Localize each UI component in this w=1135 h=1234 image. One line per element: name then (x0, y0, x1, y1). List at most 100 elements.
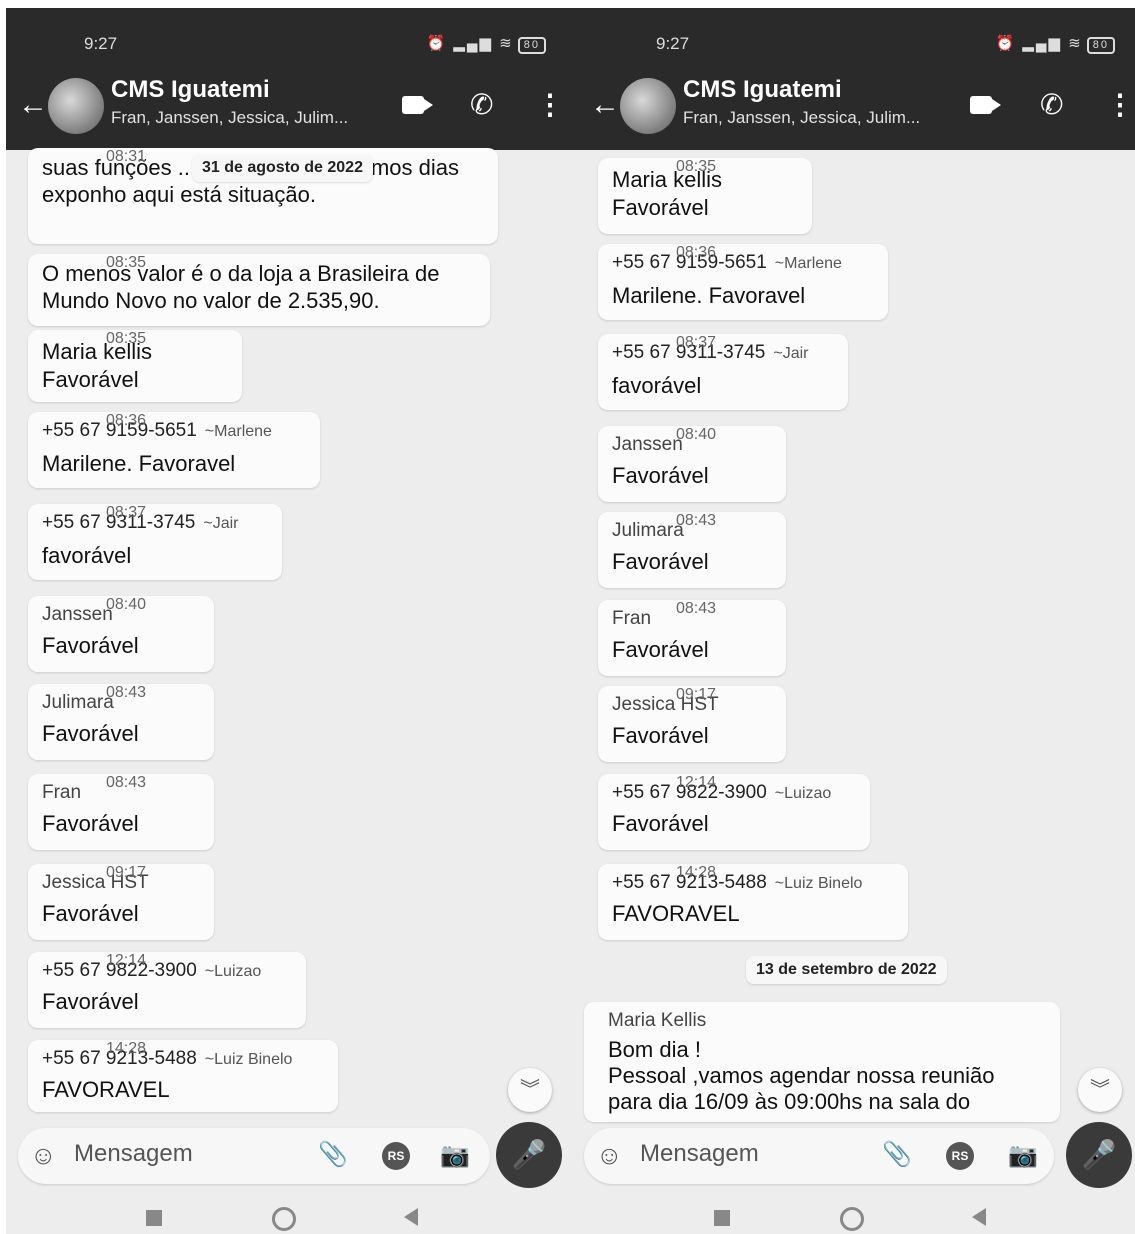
message-bubble[interactable]: +55 67 9159-5651 ~Marlene Marilene. Favor… (598, 244, 888, 320)
message-bubble[interactable]: Julimara Favorável 08:43 (598, 512, 786, 588)
message-bubble[interactable]: +55 67 9213-5488 ~Luiz Binelo FAVORAVEL 1… (598, 864, 908, 940)
battery-icon: 80 (1086, 37, 1115, 54)
message-bubble[interactable]: Jessica HST Favorável 09:17 (28, 864, 214, 940)
message-bubble[interactable]: Maria Kellis Bom dia ! Pessoal ,vamos ag… (584, 1002, 1060, 1122)
battery-icon: 80 (517, 37, 546, 54)
message-time: 14:28 (106, 1040, 147, 1057)
chat-participants[interactable]: Fran, Janssen, Jessica, Julim... (683, 108, 920, 128)
message-time: 12:14 (106, 952, 147, 969)
more-vert-icon[interactable]: ⋮ (536, 88, 564, 121)
status-time: 9:27 (84, 34, 118, 53)
attach-icon[interactable]: 📎 (882, 1140, 912, 1169)
camera-icon[interactable]: 📷 (440, 1141, 470, 1170)
back-arrow-icon[interactable]: ← (18, 88, 48, 122)
message-bubble[interactable]: +55 67 9159-5651 ~Marlene Marilene. Favor… (28, 412, 320, 488)
chat-title[interactable]: CMS Iguatemi (683, 76, 842, 104)
scroll-down-icon[interactable]: ︾ (1078, 1068, 1122, 1112)
phone-icon[interactable]: ✆ (470, 88, 493, 121)
message-sender: Fran (612, 608, 652, 629)
message-sender: Julimara (612, 520, 684, 541)
camera-icon[interactable]: 📷 (1008, 1141, 1038, 1170)
message-time: 08:43 (676, 600, 717, 617)
mic-button[interactable]: 🎤 (496, 1122, 562, 1188)
rs-icon[interactable]: RS (382, 1142, 410, 1170)
message-bubble[interactable]: +55 67 9822-3900 ~Luizao Favorável 12:14 (598, 774, 870, 850)
chat-header: 9:27 ⏰ ▂▄▆ ≋ 80 ← CMS Iguatemi Fran, Jans… (578, 8, 1135, 150)
message-time: 09:17 (106, 864, 147, 881)
message-text: Bom dia ! (608, 1037, 701, 1062)
message-input[interactable]: Mensagem (74, 1140, 193, 1168)
group-avatar[interactable] (48, 78, 104, 134)
message-time: 08:43 (106, 684, 147, 701)
message-bubble[interactable]: Fran Favorável 08:43 (598, 600, 786, 676)
back-arrow-icon[interactable]: ← (590, 88, 620, 122)
message-bubble[interactable]: +55 67 9311-3745 ~Jair favorável 08:37 (598, 334, 848, 410)
message-text: Pessoal ,vamos agendar nossa reunião (608, 1063, 995, 1088)
message-time: 08:37 (676, 334, 717, 351)
message-time: 08:43 (676, 512, 717, 529)
recent-apps-icon[interactable] (714, 1210, 730, 1226)
message-bubble[interactable]: Fran Favorável 08:43 (28, 774, 214, 850)
message-time: 08:37 (106, 504, 147, 521)
mic-icon: 🎤 (511, 1139, 547, 1170)
message-text: para dia 16/09 às 09:00hs na sala do (608, 1089, 971, 1114)
date-chip: 13 de setembro de 2022 (746, 956, 947, 984)
message-time: 08:35 (106, 254, 147, 271)
more-vert-icon[interactable]: ⋮ (1106, 88, 1134, 121)
message-bubble[interactable]: O menos valor é o da loja a Brasileira d… (28, 254, 490, 326)
group-avatar[interactable] (620, 78, 676, 134)
status-bar: 9:27 ⏰ ▂▄▆ ≋ 80 (578, 34, 1135, 60)
home-icon[interactable] (840, 1207, 864, 1231)
message-bubble[interactable]: Maria kellis Favorável 08:35 (598, 158, 812, 234)
message-input-bar[interactable]: ☺ Mensagem 📎 RS 📷 (18, 1128, 490, 1184)
message-time: 09:17 (676, 686, 717, 703)
message-time: 08:36 (676, 244, 717, 261)
message-bubble[interactable]: Janssen Favorável 08:40 (598, 426, 786, 502)
phone-screen-left: 9:27 ⏰ ▂▄▆ ≋ 80 ← CMS Iguatemi Fran, Jans… (6, 8, 578, 1234)
message-bubble[interactable]: +55 67 9311-3745 ~Jair favorável 08:37 (28, 504, 282, 580)
recent-apps-icon[interactable] (146, 1210, 162, 1226)
message-input[interactable]: Mensagem (640, 1140, 759, 1168)
status-bar: 9:27 ⏰ ▂▄▆ ≋ 80 (6, 34, 578, 60)
message-time: 08:35 (106, 330, 147, 347)
video-call-icon[interactable] (402, 96, 433, 114)
navigation-bar (6, 1204, 578, 1234)
message-bubble[interactable]: Janssen Favorável 08:40 (28, 596, 214, 672)
message-sender: Maria Kellis (608, 1010, 707, 1031)
message-bubble[interactable]: Julimara Favorável 08:43 (28, 684, 214, 760)
emoji-icon[interactable]: ☺ (596, 1140, 623, 1171)
phone-screen-right: 9:27 ⏰ ▂▄▆ ≋ 80 ← CMS Iguatemi Fran, Jans… (578, 8, 1135, 1234)
message-time: 08:40 (106, 596, 147, 613)
chat-header: 9:27 ⏰ ▂▄▆ ≋ 80 ← CMS Iguatemi Fran, Jans… (6, 8, 578, 150)
phone-icon[interactable]: ✆ (1040, 88, 1063, 121)
message-sender: Fran (42, 782, 82, 803)
message-time: 14:28 (676, 864, 717, 881)
nav-back-icon[interactable] (404, 1208, 418, 1226)
chat-participants[interactable]: Fran, Janssen, Jessica, Julim... (111, 108, 348, 128)
nav-back-icon[interactable] (972, 1208, 986, 1226)
message-bubble[interactable]: +55 67 9822-3900 ~Luizao Favorável 12:14 (28, 952, 306, 1028)
message-sender: Julimara (42, 692, 114, 713)
message-time: 08:36 (106, 412, 147, 429)
rs-icon[interactable]: RS (946, 1142, 974, 1170)
message-time: 08:35 (676, 158, 717, 175)
chat-title[interactable]: CMS Iguatemi (111, 76, 270, 104)
message-time: 08:40 (676, 426, 717, 443)
mic-button[interactable]: 🎤 (1066, 1122, 1132, 1188)
message-sender: Janssen (612, 434, 683, 455)
message-input-bar[interactable]: ☺ Mensagem 📎 RS 📷 (584, 1128, 1054, 1184)
message-bubble[interactable]: Jessica HST Favorável 09:17 (598, 686, 786, 762)
message-sender: Janssen (42, 604, 113, 625)
attach-icon[interactable]: 📎 (318, 1140, 348, 1169)
video-call-icon[interactable] (970, 96, 1001, 114)
emoji-icon[interactable]: ☺ (30, 1140, 57, 1171)
message-time: 12:14 (676, 774, 717, 791)
message-bubble[interactable]: Maria kellis Favorável 08:35 (28, 330, 242, 402)
navigation-bar (578, 1204, 1135, 1234)
status-icons: ⏰ ▂▄▆ ≋ 80 (426, 34, 546, 54)
scroll-down-icon[interactable]: ︾ (508, 1068, 552, 1112)
message-bubble[interactable]: +55 67 9213-5488 ~Luiz Binelo FAVORAVEL 1… (28, 1040, 338, 1112)
home-icon[interactable] (272, 1207, 296, 1231)
date-chip: 31 de agosto de 2022 (192, 154, 373, 182)
status-time: 9:27 (656, 34, 690, 53)
